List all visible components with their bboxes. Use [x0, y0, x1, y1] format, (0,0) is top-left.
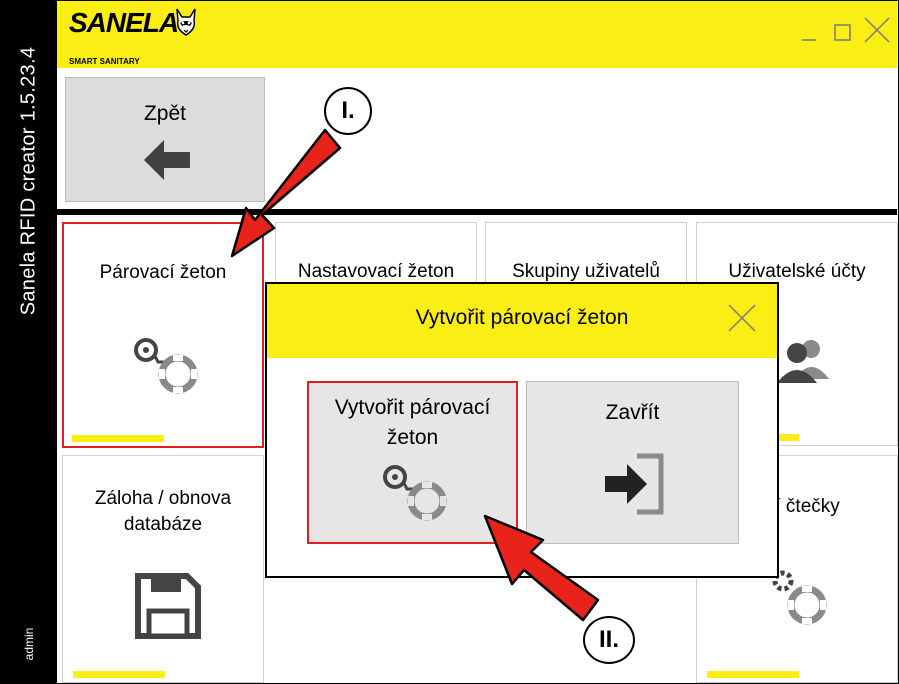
annotation-arrow-2 [483, 514, 600, 622]
annotation-step-2: II. [583, 616, 635, 664]
annotation-arrows [230, 128, 600, 622]
annotation-step-1: I. [324, 87, 372, 135]
annotation-arrow-1 [230, 128, 342, 258]
